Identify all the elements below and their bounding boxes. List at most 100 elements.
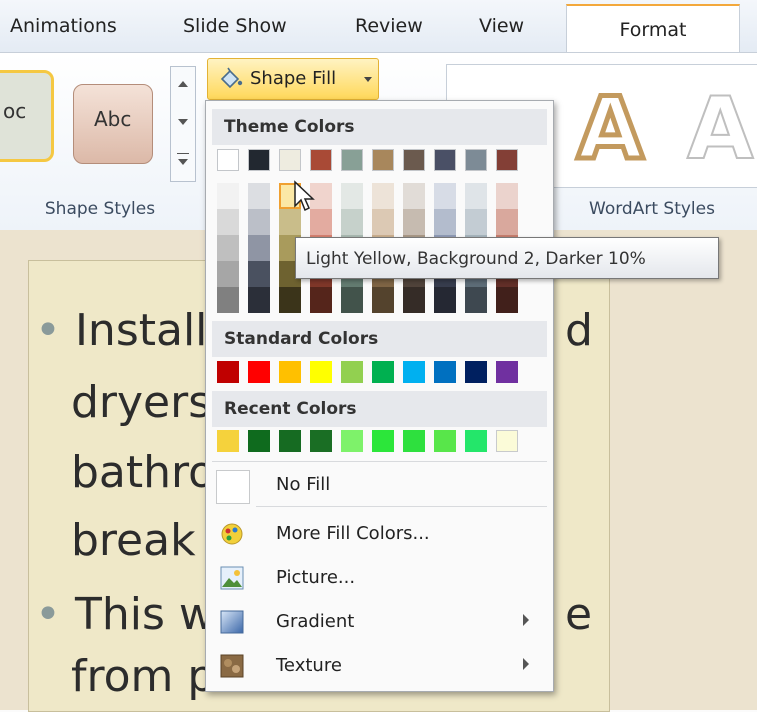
theme-color-swatch[interactable]	[372, 149, 394, 171]
recent-color-swatch[interactable]	[496, 430, 518, 452]
theme-color-swatch[interactable]	[248, 149, 270, 171]
slide-text-line: e	[565, 589, 593, 640]
tab-view[interactable]: View	[479, 0, 524, 52]
theme-color-shade-swatch[interactable]	[434, 287, 456, 313]
theme-color-shade-swatch[interactable]	[465, 183, 487, 209]
theme-color-shade-swatch[interactable]	[248, 235, 270, 261]
shape-fill-label: Shape Fill	[250, 68, 337, 89]
recent-colors-header: Recent Colors	[212, 391, 547, 427]
standard-color-swatch[interactable]	[465, 361, 487, 383]
slide-text-line: break	[71, 515, 196, 566]
recent-color-swatch[interactable]	[217, 430, 239, 452]
theme-color-shade-swatch[interactable]	[403, 209, 425, 235]
theme-color-shade-swatch[interactable]	[496, 183, 518, 209]
gallery-more-icon[interactable]	[177, 153, 189, 154]
theme-color-shade-swatch[interactable]	[248, 287, 270, 313]
theme-color-swatch[interactable]	[434, 149, 456, 171]
submenu-arrow-icon	[523, 658, 529, 670]
recent-color-swatch[interactable]	[279, 430, 301, 452]
slide-text-line: bathro	[71, 447, 216, 498]
theme-color-shade-swatch[interactable]	[372, 287, 394, 313]
theme-color-shade-swatch[interactable]	[310, 287, 332, 313]
theme-color-shade-swatch[interactable]	[434, 183, 456, 209]
theme-color-shade-swatch[interactable]	[496, 287, 518, 313]
theme-color-shade-swatch[interactable]	[217, 209, 239, 235]
standard-color-swatch[interactable]	[434, 361, 456, 383]
recent-color-swatch[interactable]	[372, 430, 394, 452]
recent-color-swatch[interactable]	[465, 430, 487, 452]
standard-color-swatch[interactable]	[217, 361, 239, 383]
tab-review[interactable]: Review	[355, 0, 423, 52]
theme-color-shade-swatch[interactable]	[372, 183, 394, 209]
theme-color-shade-swatch[interactable]	[248, 261, 270, 287]
shape-style-selected[interactable]: oc	[0, 70, 54, 162]
theme-color-shade-swatch[interactable]	[341, 183, 363, 209]
theme-color-shade-swatch[interactable]	[372, 209, 394, 235]
theme-color-shade-swatch[interactable]	[217, 287, 239, 313]
theme-color-shade-swatch[interactable]	[341, 209, 363, 235]
texture-label: Texture	[276, 655, 342, 676]
theme-color-swatch[interactable]	[217, 149, 239, 171]
theme-color-swatch[interactable]	[403, 149, 425, 171]
picture-icon	[220, 566, 244, 590]
more-fill-colors-item[interactable]: More Fill Colors...	[212, 513, 547, 555]
recent-color-swatch[interactable]	[248, 430, 270, 452]
slide-text-line: Install	[74, 305, 208, 356]
standard-color-swatch[interactable]	[496, 361, 518, 383]
standard-color-swatch[interactable]	[341, 361, 363, 383]
texture-icon	[220, 654, 244, 678]
theme-color-swatch[interactable]	[310, 149, 332, 171]
no-fill-item[interactable]: No Fill	[212, 464, 547, 506]
texture-item[interactable]: Texture	[212, 645, 547, 687]
theme-color-shade-swatch[interactable]	[403, 287, 425, 313]
theme-color-shade-swatch[interactable]	[341, 287, 363, 313]
gradient-label: Gradient	[276, 611, 355, 632]
theme-color-shade-swatch[interactable]	[434, 209, 456, 235]
ribbon-tab-bar: Animations Slide Show Review View Format	[0, 0, 757, 54]
tab-animations[interactable]: Animations	[10, 0, 117, 52]
tab-format[interactable]: Format	[566, 4, 740, 54]
theme-color-shade-swatch[interactable]	[248, 183, 270, 209]
theme-color-shade-swatch[interactable]	[217, 183, 239, 209]
theme-color-swatch[interactable]	[496, 149, 518, 171]
wordart-sample-gold[interactable]: A	[575, 77, 647, 182]
scroll-down-icon[interactable]	[178, 119, 188, 125]
shape-style-sample[interactable]: Abc	[73, 84, 153, 164]
recent-color-swatch[interactable]	[310, 430, 332, 452]
color-tooltip: Light Yellow, Background 2, Darker 10%	[295, 237, 719, 279]
slide-text-line: from p	[71, 651, 216, 702]
picture-label: Picture...	[276, 567, 356, 588]
tab-slide-show[interactable]: Slide Show	[183, 0, 287, 52]
standard-color-swatch[interactable]	[403, 361, 425, 383]
standard-colors-header: Standard Colors	[212, 321, 547, 357]
wordart-sample-white[interactable]: A	[686, 78, 755, 180]
theme-color-shade-swatch[interactable]	[248, 209, 270, 235]
recent-color-swatch[interactable]	[341, 430, 363, 452]
theme-color-shade-swatch[interactable]	[465, 287, 487, 313]
standard-color-swatch[interactable]	[248, 361, 270, 383]
theme-color-shade-swatch[interactable]	[279, 287, 301, 313]
shape-styles-gallery-scroll[interactable]	[170, 66, 196, 182]
theme-color-swatch[interactable]	[341, 149, 363, 171]
slide-text-line: dryers	[71, 377, 212, 428]
standard-color-swatch[interactable]	[310, 361, 332, 383]
mouse-pointer-icon	[294, 180, 315, 212]
theme-color-swatch[interactable]	[465, 149, 487, 171]
theme-color-shade-swatch[interactable]	[465, 209, 487, 235]
theme-color-shade-swatch[interactable]	[496, 209, 518, 235]
recent-color-swatch[interactable]	[403, 430, 425, 452]
slide-text-line: d	[565, 305, 593, 356]
gradient-icon	[220, 610, 244, 634]
recent-color-swatch[interactable]	[434, 430, 456, 452]
scroll-up-icon[interactable]	[178, 81, 188, 87]
standard-color-swatch[interactable]	[372, 361, 394, 383]
paint-bucket-icon	[220, 67, 243, 89]
standard-color-swatch[interactable]	[279, 361, 301, 383]
theme-color-shade-swatch[interactable]	[217, 235, 239, 261]
gradient-item[interactable]: Gradient	[212, 601, 547, 643]
theme-color-swatch[interactable]	[279, 149, 301, 171]
picture-item[interactable]: Picture...	[212, 557, 547, 599]
theme-color-shade-swatch[interactable]	[217, 261, 239, 287]
shape-fill-button[interactable]: Shape Fill	[207, 58, 379, 100]
theme-color-shade-swatch[interactable]	[403, 183, 425, 209]
